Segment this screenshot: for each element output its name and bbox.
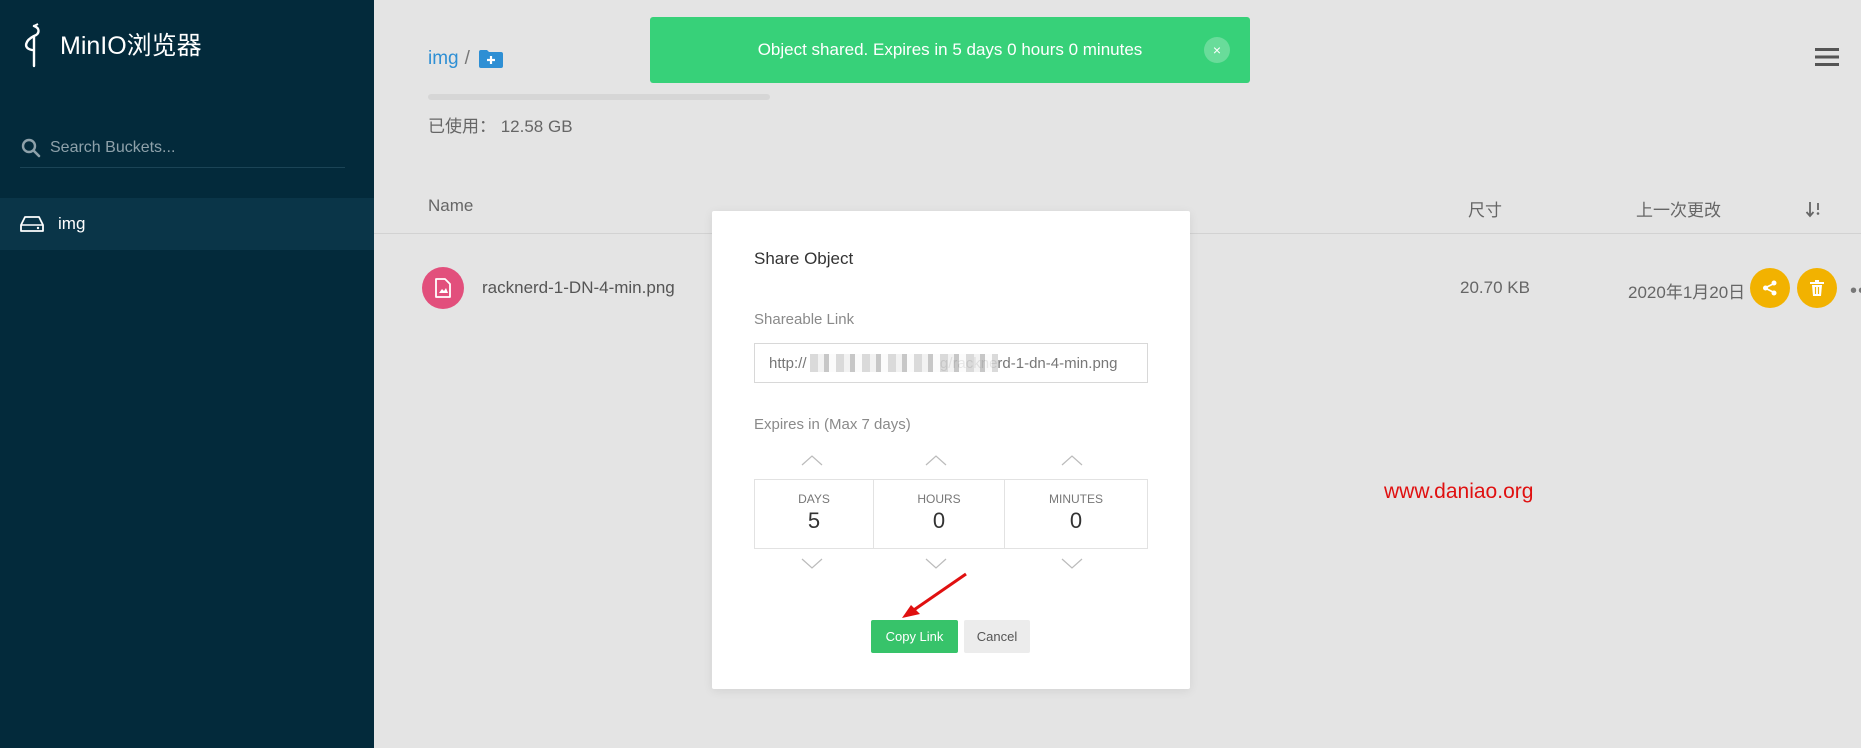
minutes-decrement-chevron-down-icon[interactable] — [1060, 557, 1084, 571]
drive-icon — [20, 216, 44, 232]
hours-decrement-chevron-down-icon[interactable] — [924, 557, 948, 571]
watermark: www.daniao.org — [1384, 480, 1534, 503]
file-modified-date: 2020年1月20日 — [1628, 283, 1746, 302]
minutes-field: MINUTES 0 — [1005, 480, 1147, 548]
trash-icon — [1810, 280, 1824, 296]
more-options-icon[interactable]: •• — [1850, 280, 1861, 303]
expires-label: Expires in (Max 7 days) — [754, 416, 911, 433]
shareable-link-label: Shareable Link — [754, 311, 855, 328]
red-arrow-annotation — [902, 572, 967, 618]
minio-logo-icon — [24, 23, 40, 68]
breadcrumb: img / — [428, 48, 504, 70]
usage-text: 已使用： 12.58 GB — [428, 117, 573, 136]
toast-close-button[interactable]: × — [1204, 37, 1230, 63]
hours-value[interactable]: 0 — [874, 508, 1004, 534]
share-icon — [1763, 280, 1777, 296]
search-icon — [21, 138, 41, 157]
toast-message: Object shared. Expires in 5 days 0 hours… — [757, 40, 1143, 59]
sort-icon[interactable] — [1805, 200, 1823, 218]
search-buckets-input[interactable] — [50, 138, 330, 157]
minutes-label: MINUTES — [1049, 492, 1103, 506]
days-label: DAYS — [798, 492, 830, 506]
sidebar-item-img-bucket[interactable]: img — [0, 198, 374, 250]
hours-field: HOURS 0 — [874, 480, 1005, 548]
days-increment-chevron-up-icon[interactable] — [800, 453, 824, 467]
search-buckets — [20, 128, 345, 168]
modal-title: Share Object — [754, 249, 854, 268]
copy-link-button[interactable]: Copy Link — [871, 620, 958, 653]
breadcrumb-separator: / — [464, 48, 470, 69]
days-decrement-chevron-down-icon[interactable] — [800, 557, 824, 571]
share-object-modal: Share Object Shareable Link Expires in (… — [712, 211, 1190, 689]
cancel-button[interactable]: Cancel — [964, 620, 1030, 653]
hours-label: HOURS — [917, 492, 961, 506]
usage-progress-bar — [428, 94, 770, 100]
sidebar: MinIO浏览器 img — [0, 0, 374, 748]
share-success-toast: Object shared. Expires in 5 days 0 hours… — [650, 17, 1250, 83]
column-header-name[interactable]: Name — [428, 196, 473, 216]
image-file-icon — [422, 267, 464, 309]
bucket-label: img — [58, 214, 86, 233]
app-logo: MinIO浏览器 — [18, 22, 202, 72]
app-title: MinIO浏览器 — [60, 32, 202, 60]
delete-button[interactable] — [1797, 268, 1837, 308]
link-redaction — [810, 354, 998, 372]
days-field: DAYS 5 — [755, 480, 874, 548]
minutes-value[interactable]: 0 — [1005, 508, 1147, 534]
file-name[interactable]: racknerd-1-DN-4-min.png — [482, 278, 675, 298]
breadcrumb-bucket-link[interactable]: img — [428, 48, 459, 70]
hours-increment-chevron-up-icon[interactable] — [924, 453, 948, 467]
days-value[interactable]: 5 — [755, 508, 873, 534]
hamburger-menu-icon[interactable] — [1815, 46, 1839, 68]
file-size: 20.70 KB — [1460, 278, 1530, 297]
minutes-increment-chevron-up-icon[interactable] — [1060, 453, 1084, 467]
share-button[interactable] — [1750, 268, 1790, 308]
column-header-modified[interactable]: 上一次更改 — [1636, 196, 1721, 221]
expiry-picker: DAYS 5 HOURS 0 MINUTES 0 — [754, 479, 1148, 549]
column-header-size[interactable]: 尺寸 — [1468, 196, 1502, 221]
add-folder-icon[interactable] — [478, 49, 504, 69]
